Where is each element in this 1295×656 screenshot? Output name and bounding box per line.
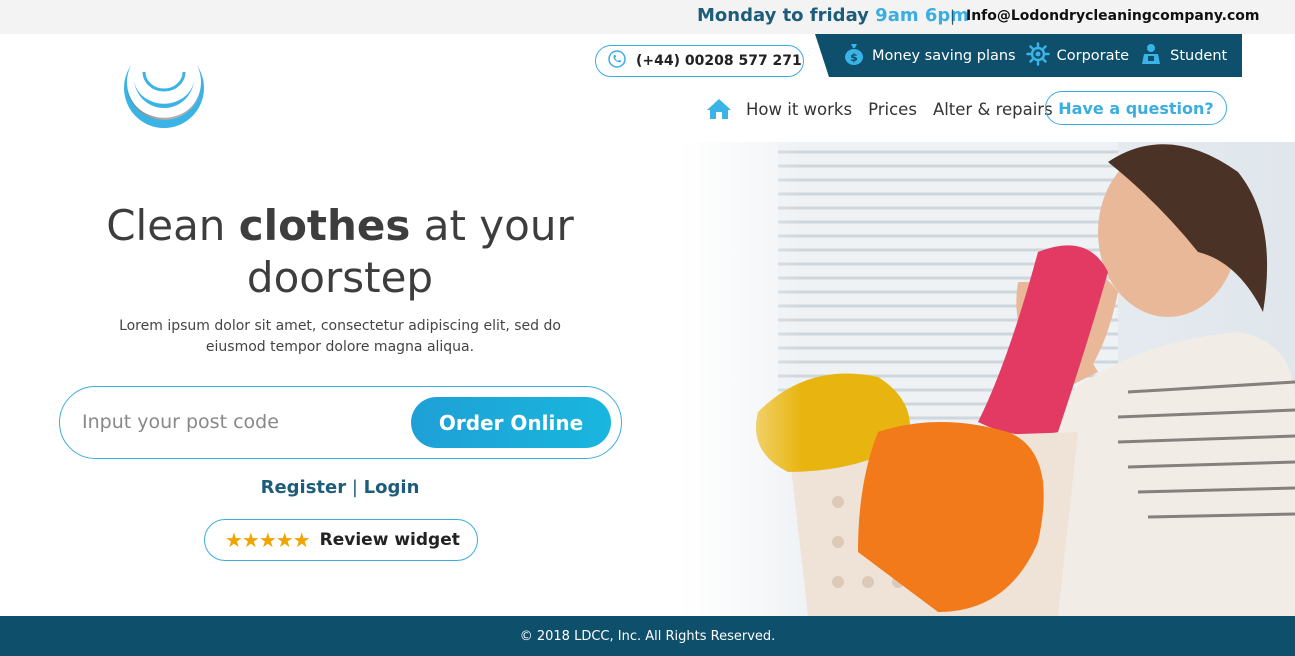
phone-button[interactable]: (+44) 00208 577 271: [595, 45, 804, 77]
nav-alter-repairs[interactable]: Alter & repairs: [933, 100, 1053, 119]
postcode-form: Order Online: [59, 386, 622, 459]
contact-email-link[interactable]: Info@Lodondrycleaningcompany.com: [966, 8, 1259, 24]
hero-subtext: Lorem ipsum dolor sit amet, consectetur …: [119, 318, 561, 355]
plan-label: Money saving plans: [872, 47, 1016, 64]
review-widget-label: Review widget: [319, 530, 460, 550]
money-bag-icon: $: [843, 42, 865, 70]
corporate-link[interactable]: Corporate: [1025, 41, 1130, 70]
topbar-separator: |: [950, 7, 956, 25]
student-icon: [1139, 42, 1163, 70]
plan-label: Student: [1170, 47, 1228, 64]
review-widget[interactable]: ★★★★★ Review widget: [204, 519, 478, 561]
order-online-button[interactable]: Order Online: [411, 397, 611, 448]
footer: © 2018 LDCC, Inc. All Rights Reserved.: [0, 616, 1295, 656]
svg-text:$: $: [850, 51, 858, 64]
star-rating-icon: ★★★★★: [225, 528, 311, 552]
top-bar: Monday to friday 9am 6pm | Info@Lodondry…: [0, 0, 1295, 34]
nav-prices[interactable]: Prices: [868, 100, 917, 119]
headline-part-2: at your: [410, 201, 574, 250]
phone-icon: [608, 50, 626, 72]
headline-part-1: Clean: [106, 201, 239, 250]
nav-how-it-works[interactable]: How it works: [746, 100, 852, 119]
hours-prefix: Monday to friday: [697, 5, 876, 26]
headline-part-3: doorstep: [246, 253, 434, 302]
opening-hours: Monday to friday 9am 6pm: [697, 5, 969, 26]
hero-photo: [678, 142, 1295, 616]
main-nav: How it works Prices Alter & repairs: [706, 92, 1069, 126]
auth-separator: |: [351, 477, 358, 498]
phone-number: (+44) 00208 577 271: [636, 53, 802, 69]
footer-copyright: © 2018 LDCC, Inc. All Rights Reserved.: [519, 628, 776, 644]
postcode-input[interactable]: [82, 405, 402, 439]
have-a-question-button[interactable]: Have a question?: [1045, 91, 1227, 125]
company-logo[interactable]: [118, 42, 210, 132]
student-link[interactable]: Student: [1139, 42, 1227, 70]
plan-label: Corporate: [1056, 47, 1130, 64]
auth-links: Register | Login: [200, 477, 480, 498]
hero-headline: Clean clothes at your doorstep: [60, 200, 620, 304]
gear-icon: [1025, 41, 1050, 70]
plans-bar: $ Money saving plans Corporate Student: [815, 34, 1242, 77]
register-link[interactable]: Register: [261, 477, 347, 498]
headline-bold: clothes: [238, 201, 411, 250]
money-saving-plans-link[interactable]: $ Money saving plans: [843, 42, 1016, 70]
login-link[interactable]: Login: [364, 477, 420, 498]
home-icon[interactable]: [706, 97, 732, 121]
